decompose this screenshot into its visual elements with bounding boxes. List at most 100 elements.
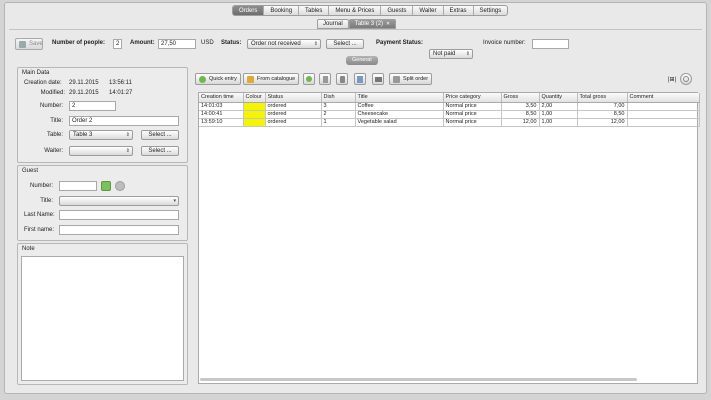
waiter-row: Waiter: ⇕ Select ... — [24, 146, 179, 156]
chevron-updown-icon: ⇕ — [125, 132, 130, 138]
people-label: Number of people: — [52, 40, 106, 46]
waiter-label: Waiter: — [44, 148, 63, 154]
note-panel: Note — [17, 243, 188, 385]
cell-total-gross: 12,00 — [577, 118, 628, 127]
gear-icon[interactable] — [680, 73, 692, 85]
cell-title: Vegetable salad — [355, 118, 444, 127]
invoice-field[interactable] — [532, 39, 569, 49]
from-catalogue-button[interactable]: From catalogue — [243, 73, 300, 85]
invoice-label: Invoice number: — [483, 40, 526, 46]
main-data-panel: Main Data Creation date: 29.11.2015 13:5… — [17, 67, 188, 163]
status-select-value: Order not received — [251, 41, 301, 47]
last-name-field[interactable] — [59, 210, 179, 220]
column-header[interactable]: Total gross — [577, 93, 628, 103]
app-window: Orders Booking Tables Menu & Prices Gues… — [4, 2, 707, 394]
tab-tables[interactable]: Tables — [299, 6, 330, 15]
column-header[interactable]: Dish — [321, 93, 356, 103]
save-button[interactable]: Save — [15, 38, 43, 50]
tab-guests[interactable]: Guests — [381, 6, 414, 15]
table-select-button[interactable]: Select ... — [141, 130, 179, 140]
status-select-button[interactable]: Select ... — [326, 39, 364, 49]
cell-price-category: Normal price — [443, 118, 502, 127]
tab-waiter[interactable]: Waiter — [413, 6, 444, 15]
table-row[interactable]: 14:01:03 ordered 3 Coffee Normal price 3… — [199, 102, 700, 111]
table-row[interactable]: 13:59:10 ordered 1 Vegetable salad Norma… — [199, 118, 700, 127]
modified-time: 14:01:27 — [109, 90, 133, 96]
add-icon[interactable] — [303, 73, 315, 85]
column-header[interactable]: Quantity — [539, 93, 578, 103]
guest-title-label: Title: — [40, 198, 53, 204]
tab-extras[interactable]: Extras — [444, 6, 474, 15]
guest-title-row: Title: ▾ — [24, 196, 179, 206]
payment-status-select[interactable]: Not paid ⇕ — [429, 49, 473, 59]
cell-colour — [243, 102, 266, 111]
column-header[interactable]: Gross — [501, 93, 540, 103]
waiter-select[interactable]: ⇕ — [69, 146, 133, 156]
people-field[interactable]: 2 — [113, 39, 122, 49]
order-items-table: Creation time Colour Status Dish Title P… — [198, 92, 700, 384]
tab-booking[interactable]: Booking — [264, 6, 300, 15]
cell-gross: 12,00 — [501, 118, 540, 127]
column-header[interactable]: Title — [355, 93, 444, 103]
tab-settings[interactable]: Settings — [474, 6, 508, 15]
creation-label: Creation date: — [24, 80, 62, 86]
cell-status: ordered — [265, 102, 322, 111]
copy-icon[interactable] — [319, 73, 331, 85]
cell-gross: 3,50 — [501, 102, 540, 111]
last-name-label: Last Name: — [24, 212, 55, 218]
column-header[interactable]: Comment — [627, 93, 700, 103]
cell-title: Coffee — [355, 102, 444, 111]
title-field[interactable]: Order 2 — [69, 116, 179, 126]
cell-dish: 1 — [321, 118, 356, 127]
cell-status: ordered — [265, 118, 322, 127]
status-select[interactable]: Order not received ⇕ — [247, 39, 321, 49]
modified-date: 29.11.2015 — [69, 90, 99, 96]
chevron-down-icon: ▾ — [173, 198, 176, 204]
payment-status-value: Not paid — [433, 51, 456, 57]
print-icon[interactable] — [372, 73, 384, 85]
column-header[interactable]: Status — [265, 93, 322, 103]
main-nav: Orders Booking Tables Menu & Prices Gues… — [232, 5, 509, 16]
quick-entry-button[interactable]: Quick entry — [195, 73, 241, 85]
clear-guest-icon[interactable] — [115, 181, 125, 191]
cell-colour — [243, 110, 266, 119]
column-header[interactable]: Creation time — [199, 93, 244, 103]
column-header[interactable]: Colour — [243, 93, 266, 103]
title-row: Title: Order 2 — [24, 116, 179, 126]
subtab-journal[interactable]: Journal — [317, 19, 349, 29]
waiter-select-button[interactable]: Select ... — [141, 146, 179, 156]
close-icon[interactable]: ✕ — [386, 20, 390, 29]
last-name-row: Last Name: — [24, 210, 179, 220]
note-textarea[interactable] — [21, 256, 184, 381]
chevron-updown-icon: ⇕ — [465, 51, 470, 57]
cell-dish: 2 — [321, 110, 356, 119]
search-guest-icon[interactable] — [101, 181, 111, 191]
tab-orders[interactable]: Orders — [233, 6, 265, 15]
tab-menu-prices[interactable]: Menu & Prices — [329, 6, 382, 15]
table-select[interactable]: Table 3 ⇕ — [69, 130, 133, 140]
horizontal-scrollbar[interactable] — [200, 378, 637, 381]
table-row[interactable]: 14:00:41 ordered 2 Cheesecake Normal pri… — [199, 110, 700, 119]
edit-icon[interactable] — [354, 73, 366, 85]
column-header[interactable]: Price category — [443, 93, 502, 103]
number-field[interactable]: 2 — [69, 101, 116, 111]
save-icon — [19, 41, 26, 48]
cell-comment — [627, 110, 700, 119]
cell-quantity: 1,00 — [539, 110, 578, 119]
columns-icon[interactable]: |⊞| — [668, 76, 676, 83]
document-tabs: Journal Table 3 (2) ✕ — [317, 19, 397, 29]
table-row: Table: Table 3 ⇕ Select ... — [24, 130, 179, 140]
guest-title-select[interactable]: ▾ — [59, 196, 179, 206]
split-order-button[interactable]: Split order — [389, 73, 433, 85]
trash-icon[interactable] — [336, 73, 348, 85]
cell-quantity: 2,00 — [539, 102, 578, 111]
table-select-value: Table 3 — [73, 132, 93, 138]
amount-field[interactable]: 27,50 — [158, 39, 196, 49]
subtab-table-label: Table 3 (2) — [354, 21, 384, 27]
cell-comment — [627, 102, 700, 111]
from-catalogue-label: From catalogue — [257, 76, 296, 82]
guest-number-field[interactable] — [59, 181, 97, 191]
subtab-table[interactable]: Table 3 (2) ✕ — [348, 19, 397, 29]
cell-creation-time: 14:01:03 — [199, 102, 244, 111]
first-name-field[interactable] — [59, 225, 179, 235]
